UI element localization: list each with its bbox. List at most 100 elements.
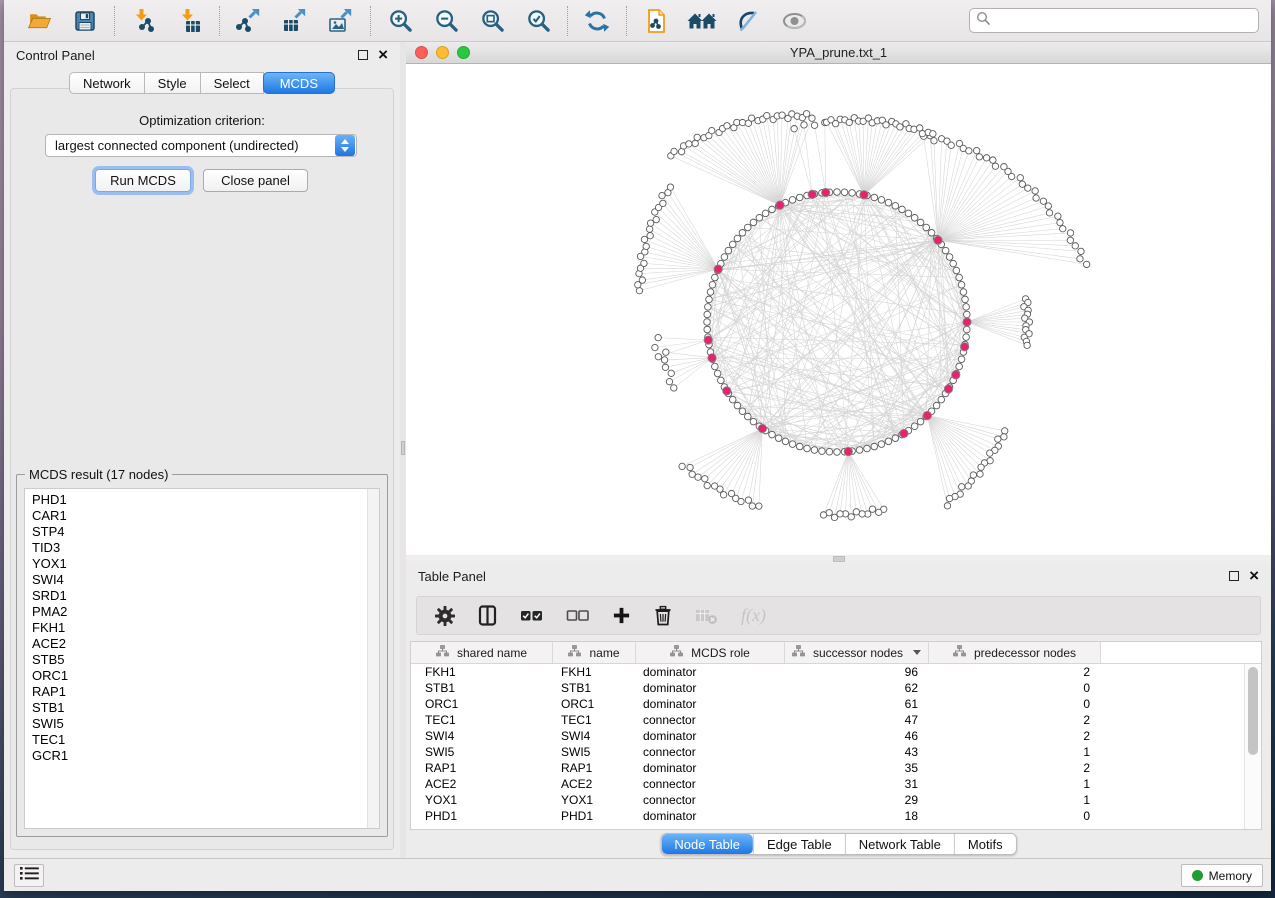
tab-network-table[interactable]: Network Table xyxy=(845,834,954,854)
mcds-result-list[interactable]: PHD1CAR1STP4TID3YOX1SWI4SRD1PMA2FKH1ACE2… xyxy=(24,488,380,829)
tab-motifs[interactable]: Motifs xyxy=(954,834,1016,854)
table-row[interactable]: SWI5SWI5connector431 xyxy=(411,744,1261,760)
zoom-out-icon[interactable] xyxy=(431,6,461,36)
tab-style[interactable]: Style xyxy=(144,72,201,94)
zoom-window-icon[interactable] xyxy=(457,46,470,59)
close-panel-icon[interactable]: × xyxy=(378,48,388,62)
column-header-name[interactable]: name xyxy=(553,642,636,663)
import-table-icon[interactable] xyxy=(175,6,205,36)
cell-predecessor_nodes: 0 xyxy=(929,680,1101,696)
cell-predecessor_nodes: 1 xyxy=(929,744,1101,760)
mcds-result-item[interactable]: STP4 xyxy=(25,524,379,540)
column-label: shared name xyxy=(457,646,527,660)
float-panel-icon[interactable] xyxy=(358,50,368,60)
tab-network[interactable]: Network xyxy=(69,72,145,94)
zoom-in-icon[interactable] xyxy=(385,6,415,36)
select-all-rows-icon[interactable] xyxy=(520,603,543,629)
mcds-result-item[interactable]: TEC1 xyxy=(25,732,379,748)
table-row[interactable]: RAP1RAP1dominator352 xyxy=(411,760,1261,776)
search-box[interactable] xyxy=(969,8,1259,33)
mcds-result-item[interactable]: CAR1 xyxy=(25,508,379,524)
network-document-icon[interactable] xyxy=(641,6,671,36)
save-session-icon[interactable] xyxy=(70,6,100,36)
add-row-icon[interactable] xyxy=(612,603,631,629)
horizontal-splitter[interactable] xyxy=(406,555,1271,563)
sort-dropdown-icon[interactable] xyxy=(913,650,921,655)
cell-mcds_role: dominator xyxy=(636,760,785,776)
show-hide-details-icon[interactable] xyxy=(733,6,763,36)
table-scrollbar-thumb[interactable] xyxy=(1248,667,1258,755)
mcds-result-item[interactable]: ACE2 xyxy=(25,636,379,652)
close-panel-button[interactable]: Close panel xyxy=(203,169,308,192)
settings-gear-icon[interactable] xyxy=(435,603,455,629)
column-header-successor-nodes[interactable]: successor nodes xyxy=(785,642,929,663)
mcds-result-item[interactable]: STB1 xyxy=(25,700,379,716)
column-header-predecessor-nodes[interactable]: predecessor nodes xyxy=(929,642,1101,663)
column-header-MCDS-role[interactable]: MCDS role xyxy=(636,642,785,663)
table-row[interactable]: YOX1YOX1connector291 xyxy=(411,792,1261,808)
splitter-grip[interactable] xyxy=(833,556,845,562)
table-panel-tabs: Node TableEdge TableNetwork TableMotifs xyxy=(660,833,1016,855)
mcds-result-item[interactable]: GCR1 xyxy=(25,748,379,764)
mcds-result-item[interactable]: FKH1 xyxy=(25,620,379,636)
run-mcds-button[interactable]: Run MCDS xyxy=(95,169,191,192)
tab-select[interactable]: Select xyxy=(200,72,264,94)
splitter-grip[interactable] xyxy=(401,441,405,455)
close-panel-icon[interactable]: × xyxy=(1249,569,1259,583)
table-row[interactable]: TEC1TEC1connector472 xyxy=(411,712,1261,728)
mcds-result-item[interactable]: PMA2 xyxy=(25,604,379,620)
list-scrollbar-track[interactable] xyxy=(367,489,379,828)
table-row[interactable]: ORC1ORC1dominator610 xyxy=(411,696,1261,712)
open-session-icon[interactable] xyxy=(24,6,54,36)
cytoscape-app-window: Control Panel × NetworkStyleSelectMCDS O… xyxy=(4,0,1271,891)
deselect-all-rows-icon[interactable] xyxy=(566,603,589,629)
memory-button[interactable]: Memory xyxy=(1181,864,1263,887)
column-header-shared-name[interactable]: shared name xyxy=(411,642,553,663)
header-filler xyxy=(1101,642,1261,663)
import-network-icon[interactable] xyxy=(129,6,159,36)
optimization-criterion-select[interactable]: largest connected component (undirected) xyxy=(45,134,357,157)
export-table-icon[interactable] xyxy=(280,6,310,36)
mcds-result-item[interactable]: YOX1 xyxy=(25,556,379,572)
cell-mcds_role: connector xyxy=(636,712,785,728)
mcds-result-item[interactable]: SWI4 xyxy=(25,572,379,588)
zoom-selected-icon[interactable] xyxy=(523,6,553,36)
mcds-result-item[interactable]: RAP1 xyxy=(25,684,379,700)
export-image-icon[interactable] xyxy=(326,6,356,36)
float-panel-icon[interactable] xyxy=(1229,571,1239,581)
export-network-icon[interactable] xyxy=(234,6,264,36)
mcds-result-title: MCDS result (17 nodes) xyxy=(25,467,172,482)
mcds-result-item[interactable]: TID3 xyxy=(25,540,379,556)
delete-row-icon[interactable] xyxy=(654,603,672,629)
mcds-result-item[interactable]: ORC1 xyxy=(25,668,379,684)
mcds-result-item[interactable]: PHD1 xyxy=(25,492,379,508)
minimize-window-icon[interactable] xyxy=(436,46,449,59)
mcds-result-item[interactable]: SRD1 xyxy=(25,588,379,604)
zoom-fit-icon[interactable] xyxy=(477,6,507,36)
node-table: shared name name MCDS rolesuccessor nodesp… xyxy=(410,641,1262,830)
network-canvas[interactable] xyxy=(406,64,1271,555)
close-window-icon[interactable] xyxy=(415,46,428,59)
table-scrollbar-track[interactable] xyxy=(1244,664,1261,829)
home-icon[interactable] xyxy=(687,6,717,36)
memory-label: Memory xyxy=(1209,869,1252,883)
table-row[interactable]: ACE2ACE2connector311 xyxy=(411,776,1261,792)
main-toolbar xyxy=(4,0,1271,42)
refresh-layout-icon[interactable] xyxy=(582,6,612,36)
control-panel-title: Control Panel xyxy=(16,48,358,63)
eye-icon[interactable] xyxy=(779,6,809,36)
tab-mcds[interactable]: MCDS xyxy=(263,72,335,94)
column-label: name xyxy=(589,646,619,660)
mcds-result-item[interactable]: SWI5 xyxy=(25,716,379,732)
search-input[interactable] xyxy=(995,11,1252,31)
table-row[interactable]: PHD1PHD1dominator180 xyxy=(411,808,1261,824)
table-row[interactable]: FKH1FKH1dominator962 xyxy=(411,664,1261,680)
tab-node-table[interactable]: Node Table xyxy=(661,834,753,854)
tab-edge-table[interactable]: Edge Table xyxy=(753,834,845,854)
panel-menu-button[interactable] xyxy=(14,864,44,887)
network-window-title: YPA_prune.txt_1 xyxy=(790,45,887,60)
mcds-result-item[interactable]: STB5 xyxy=(25,652,379,668)
table-row[interactable]: STB1STB1dominator620 xyxy=(411,680,1261,696)
table-row[interactable]: SWI4SWI4dominator462 xyxy=(411,728,1261,744)
show-columns-icon[interactable] xyxy=(478,603,497,629)
